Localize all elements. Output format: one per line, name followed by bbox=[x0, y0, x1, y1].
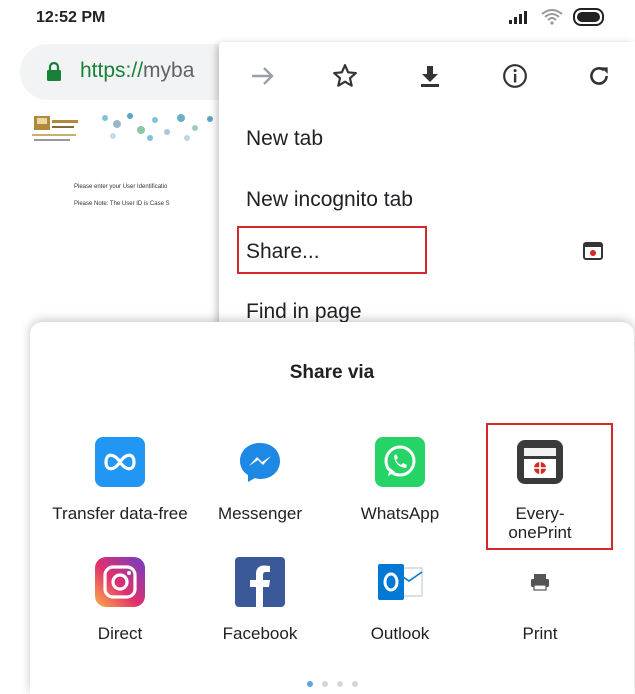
url-text[interactable]: https://myba bbox=[80, 59, 194, 83]
menu-item-new-tab[interactable]: New tab bbox=[246, 127, 323, 151]
share-app-label: WhatsApp bbox=[360, 504, 440, 523]
share-app-label: Direct bbox=[97, 624, 143, 643]
infinity-icon bbox=[92, 434, 148, 490]
print-preview-icon bbox=[582, 240, 604, 267]
signal-icon bbox=[509, 11, 527, 24]
university-logo bbox=[32, 116, 78, 141]
download-icon[interactable] bbox=[416, 62, 444, 90]
share-app-transfer[interactable]: Transfer data-free bbox=[50, 434, 190, 523]
whatsapp-icon bbox=[372, 434, 428, 490]
url-scheme: https:// bbox=[80, 59, 144, 82]
share-app-outlook[interactable]: Outlook bbox=[330, 554, 470, 643]
print-icon bbox=[512, 554, 568, 610]
lock-icon bbox=[47, 62, 61, 81]
menu-item-find-in-page[interactable]: Find in page bbox=[246, 300, 362, 324]
menu-toolbar bbox=[219, 52, 635, 100]
share-app-facebook[interactable]: Facebook bbox=[190, 554, 330, 643]
share-app-label: Transfer data-free bbox=[52, 504, 188, 523]
forward-arrow-icon[interactable] bbox=[249, 62, 277, 90]
share-app-direct[interactable]: Direct bbox=[50, 554, 190, 643]
page-indicator-dot bbox=[351, 681, 358, 687]
share-app-label: Print bbox=[522, 624, 558, 643]
share-app-label: Messenger bbox=[217, 504, 303, 523]
share-app-print[interactable]: Print bbox=[470, 554, 610, 643]
page-note-line: Please Note: The User ID is Case S bbox=[74, 201, 170, 207]
battery-icon bbox=[573, 8, 604, 26]
share-app-messenger[interactable]: Messenger bbox=[190, 434, 330, 523]
share-sheet-title: Share via bbox=[289, 362, 375, 383]
page-indicator bbox=[30, 681, 634, 687]
share-app-label: Outlook bbox=[370, 624, 430, 643]
instagram-icon bbox=[92, 554, 148, 610]
everyoneprint-highlight-box bbox=[486, 423, 613, 550]
menu-item-new-incognito-tab[interactable]: New incognito tab bbox=[246, 188, 413, 212]
info-icon[interactable] bbox=[501, 62, 529, 90]
share-app-label: Facebook bbox=[222, 624, 298, 643]
share-highlight-box bbox=[237, 226, 427, 274]
facebook-icon bbox=[232, 554, 288, 610]
reload-icon[interactable] bbox=[585, 62, 613, 90]
url-host: myba bbox=[143, 59, 195, 82]
page-instruction-line: Please enter your User Identificatio bbox=[74, 184, 168, 190]
star-icon[interactable] bbox=[331, 62, 359, 90]
page-indicator-dot bbox=[336, 681, 343, 687]
page-indicator-dot bbox=[306, 681, 313, 687]
banner-graphic bbox=[102, 113, 213, 141]
overflow-menu: New tab New incognito tab Share... Find … bbox=[219, 42, 635, 342]
status-icons bbox=[509, 8, 607, 26]
share-app-whatsapp[interactable]: WhatsApp bbox=[330, 434, 470, 523]
outlook-icon bbox=[372, 554, 428, 610]
page-indicator-dot bbox=[321, 681, 328, 687]
status-bar: 12:52 PM bbox=[0, 0, 635, 38]
messenger-icon bbox=[232, 434, 288, 490]
status-time: 12:52 PM bbox=[36, 9, 106, 26]
wifi-icon bbox=[541, 9, 563, 25]
